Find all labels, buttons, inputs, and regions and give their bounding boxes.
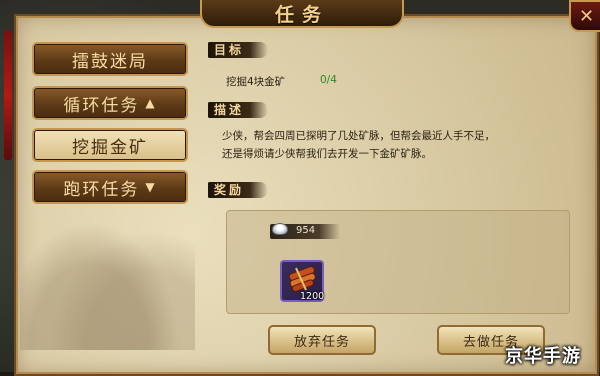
- abandon-quest-button[interactable]: 放弃任务: [268, 325, 376, 355]
- description-line-2: 还是得烦请少侠帮我们去开发一下金矿矿脉。: [222, 148, 432, 160]
- sidebar-item-drum-mystery[interactable]: 擂鼓迷局: [32, 42, 188, 76]
- window-title: 任务: [274, 3, 329, 26]
- sidebar-item-ring-quests[interactable]: 跑环任务 ▼: [32, 170, 188, 204]
- sidebar-item-label: 跑环任务: [63, 179, 140, 200]
- sidebar-item-label: 循环任务: [63, 95, 140, 116]
- sidebar-item-label: 擂鼓迷局: [72, 51, 148, 72]
- silver-amount: 954: [296, 225, 316, 236]
- goal-progress: 0/4: [320, 74, 337, 86]
- sidebar-item-loop-quests[interactable]: 循环任务 ▲: [32, 86, 188, 120]
- item-quantity: 1200: [300, 291, 325, 302]
- sidebar-item-label: 挖掘金矿: [72, 137, 148, 158]
- description-line-1: 少侠，帮会四周已探明了几处矿脉，但帮会最近人手不足，: [222, 130, 495, 142]
- reward-heading-tag: 奖励: [208, 180, 268, 198]
- title-banner: 任务: [200, 0, 404, 28]
- sidebar-item-gold-mining[interactable]: 挖掘金矿: [32, 128, 188, 162]
- site-watermark: 京华手游: [505, 346, 581, 367]
- description-heading: 描述: [214, 102, 245, 117]
- close-button[interactable]: ✕: [569, 0, 600, 32]
- lantern-decoration: [4, 30, 12, 160]
- close-icon: ✕: [578, 5, 595, 27]
- goal-heading: 目标: [214, 42, 245, 57]
- goal-heading-tag: 目标: [208, 40, 268, 58]
- chevron-down-icon: ▼: [145, 180, 157, 194]
- description-heading-tag: 描述: [208, 100, 268, 118]
- scroll-bundle-icon: [288, 266, 316, 292]
- chevron-up-icon: ▲: [145, 96, 157, 110]
- abandon-quest-label: 放弃任务: [293, 334, 350, 350]
- reward-heading: 奖励: [214, 182, 245, 197]
- goal-text: 挖掘4块金矿: [226, 76, 286, 88]
- silver-ingot-icon: [272, 223, 288, 235]
